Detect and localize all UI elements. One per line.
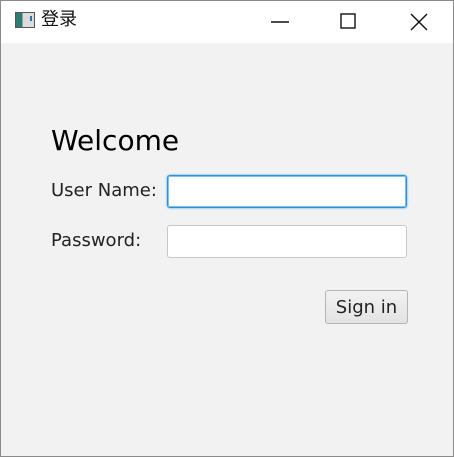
welcome-heading: Welcome xyxy=(51,124,180,157)
title-bar[interactable]: 登录 xyxy=(1,1,453,43)
password-label: Password: xyxy=(51,230,142,251)
minimize-button[interactable] xyxy=(257,1,303,43)
maximize-button[interactable] xyxy=(326,1,372,43)
close-icon xyxy=(410,13,428,31)
app-window-icon xyxy=(15,12,35,28)
window-title: 登录 xyxy=(41,9,77,30)
close-button[interactable] xyxy=(396,1,442,43)
password-input[interactable] xyxy=(167,225,407,258)
login-window: 登录 Welcome User Name: Password: Sign in xyxy=(0,0,454,457)
sign-in-button[interactable]: Sign in xyxy=(325,290,408,324)
maximize-icon xyxy=(340,13,356,29)
minimize-icon xyxy=(271,21,289,23)
username-label: User Name: xyxy=(51,180,157,201)
username-input[interactable] xyxy=(167,175,407,208)
